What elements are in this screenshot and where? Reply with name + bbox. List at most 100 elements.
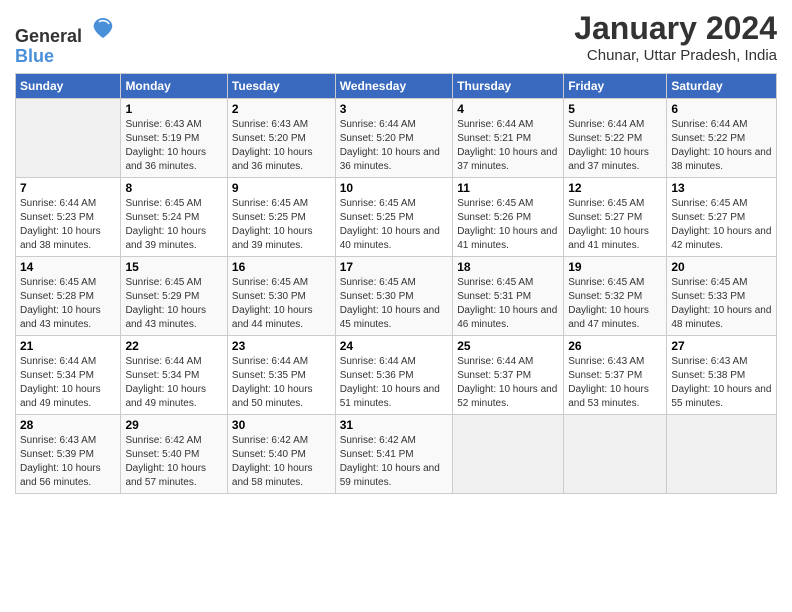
day-info: Sunrise: 6:43 AMSunset: 5:19 PMDaylight:… <box>125 118 222 174</box>
table-cell: 1 Sunrise: 6:43 AMSunset: 5:19 PMDaylight… <box>121 99 227 178</box>
day-number: 1 <box>125 102 222 116</box>
day-info: Sunrise: 6:45 AMSunset: 5:28 PMDaylight:… <box>20 276 116 332</box>
day-info: Sunrise: 6:45 AMSunset: 5:29 PMDaylight:… <box>125 276 222 332</box>
table-row: 28 Sunrise: 6:43 AMSunset: 5:39 PMDayligh… <box>16 415 777 494</box>
day-number: 30 <box>232 418 331 432</box>
day-number: 4 <box>457 102 559 116</box>
day-info: Sunrise: 6:43 AMSunset: 5:38 PMDaylight:… <box>671 355 772 411</box>
table-cell: 2 Sunrise: 6:43 AMSunset: 5:20 PMDaylight… <box>227 99 335 178</box>
table-cell: 8Sunrise: 6:45 AMSunset: 5:24 PMDaylight… <box>121 178 227 257</box>
table-cell: 9 Sunrise: 6:45 AMSunset: 5:25 PMDaylight… <box>227 178 335 257</box>
table-cell: 20 Sunrise: 6:45 AMSunset: 5:33 PMDayligh… <box>667 257 777 336</box>
day-info: Sunrise: 6:43 AMSunset: 5:37 PMDaylight:… <box>568 355 662 411</box>
table-cell: 31 Sunrise: 6:42 AMSunset: 5:41 PMDayligh… <box>335 415 453 494</box>
day-info: Sunrise: 6:44 AMSunset: 5:37 PMDaylight:… <box>457 355 559 411</box>
table-cell: 5 Sunrise: 6:44 AMSunset: 5:22 PMDaylight… <box>564 99 667 178</box>
col-wednesday: Wednesday <box>335 74 453 99</box>
table-cell: 6 Sunrise: 6:44 AMSunset: 5:22 PMDaylight… <box>667 99 777 178</box>
table-cell <box>667 415 777 494</box>
col-thursday: Thursday <box>453 74 564 99</box>
table-cell: 22 Sunrise: 6:44 AMSunset: 5:34 PMDayligh… <box>121 336 227 415</box>
day-number: 31 <box>340 418 449 432</box>
day-info: Sunrise: 6:43 AMSunset: 5:20 PMDaylight:… <box>232 118 331 174</box>
day-number: 9 <box>232 181 331 195</box>
day-info: Sunrise: 6:44 AMSunset: 5:34 PMDaylight:… <box>125 355 222 411</box>
day-number: 13 <box>671 181 772 195</box>
table-cell: 13Sunrise: 6:45 AMSunset: 5:27 PMDayligh… <box>667 178 777 257</box>
table-cell: 10 Sunrise: 6:45 AMSunset: 5:25 PMDayligh… <box>335 178 453 257</box>
month-title: January 2024 <box>574 10 777 47</box>
logo: General Blue <box>15 14 117 67</box>
day-number: 6 <box>671 102 772 116</box>
day-number: 17 <box>340 260 449 274</box>
day-number: 23 <box>232 339 331 353</box>
day-info: Sunrise: 6:44 AMSunset: 5:34 PMDaylight:… <box>20 355 116 411</box>
table-cell: 21Sunrise: 6:44 AMSunset: 5:34 PMDayligh… <box>16 336 121 415</box>
day-number: 11 <box>457 181 559 195</box>
day-info: Sunrise: 6:42 AMSunset: 5:40 PMDaylight:… <box>125 434 222 490</box>
table-cell: 25 Sunrise: 6:44 AMSunset: 5:37 PMDayligh… <box>453 336 564 415</box>
table-cell: 12Sunrise: 6:45 AMSunset: 5:27 PMDayligh… <box>564 178 667 257</box>
title-block: January 2024 Chunar, Uttar Pradesh, Indi… <box>574 10 777 64</box>
day-number: 25 <box>457 339 559 353</box>
table-cell: 3 Sunrise: 6:44 AMSunset: 5:20 PMDaylight… <box>335 99 453 178</box>
day-info: Sunrise: 6:43 AMSunset: 5:39 PMDaylight:… <box>20 434 116 490</box>
day-info: Sunrise: 6:45 AMSunset: 5:30 PMDaylight:… <box>232 276 331 332</box>
col-sunday: Sunday <box>16 74 121 99</box>
location-title: Chunar, Uttar Pradesh, India <box>574 47 777 64</box>
table-cell: 29 Sunrise: 6:42 AMSunset: 5:40 PMDayligh… <box>121 415 227 494</box>
table-row: 21Sunrise: 6:44 AMSunset: 5:34 PMDayligh… <box>16 336 777 415</box>
table-row: 14Sunrise: 6:45 AMSunset: 5:28 PMDayligh… <box>16 257 777 336</box>
table-cell <box>16 99 121 178</box>
day-number: 2 <box>232 102 331 116</box>
day-number: 8 <box>125 181 222 195</box>
table-cell: 7Sunrise: 6:44 AMSunset: 5:23 PMDaylight… <box>16 178 121 257</box>
table-cell: 4 Sunrise: 6:44 AMSunset: 5:21 PMDaylight… <box>453 99 564 178</box>
table-row: 1 Sunrise: 6:43 AMSunset: 5:19 PMDaylight… <box>16 99 777 178</box>
day-info: Sunrise: 6:45 AMSunset: 5:30 PMDaylight:… <box>340 276 449 332</box>
calendar-table: Sunday Monday Tuesday Wednesday Thursday… <box>15 73 777 494</box>
day-number: 29 <box>125 418 222 432</box>
day-number: 10 <box>340 181 449 195</box>
table-cell: 18 Sunrise: 6:45 AMSunset: 5:31 PMDayligh… <box>453 257 564 336</box>
logo-blue-text: Blue <box>15 46 54 66</box>
table-cell <box>453 415 564 494</box>
day-info: Sunrise: 6:45 AMSunset: 5:31 PMDaylight:… <box>457 276 559 332</box>
logo-general-text: General <box>15 26 82 46</box>
col-tuesday: Tuesday <box>227 74 335 99</box>
day-info: Sunrise: 6:44 AMSunset: 5:20 PMDaylight:… <box>340 118 449 174</box>
day-info: Sunrise: 6:42 AMSunset: 5:41 PMDaylight:… <box>340 434 449 490</box>
day-number: 26 <box>568 339 662 353</box>
table-cell: 17 Sunrise: 6:45 AMSunset: 5:30 PMDayligh… <box>335 257 453 336</box>
day-info: Sunrise: 6:45 AMSunset: 5:26 PMDaylight:… <box>457 197 559 253</box>
table-cell: 11 Sunrise: 6:45 AMSunset: 5:26 PMDayligh… <box>453 178 564 257</box>
day-info: Sunrise: 6:44 AMSunset: 5:35 PMDaylight:… <box>232 355 331 411</box>
table-cell: 27Sunrise: 6:43 AMSunset: 5:38 PMDayligh… <box>667 336 777 415</box>
day-info: Sunrise: 6:45 AMSunset: 5:27 PMDaylight:… <box>568 197 662 253</box>
day-number: 18 <box>457 260 559 274</box>
day-number: 7 <box>20 181 116 195</box>
table-row: 7Sunrise: 6:44 AMSunset: 5:23 PMDaylight… <box>16 178 777 257</box>
table-cell <box>564 415 667 494</box>
day-number: 28 <box>20 418 116 432</box>
col-saturday: Saturday <box>667 74 777 99</box>
table-cell: 16 Sunrise: 6:45 AMSunset: 5:30 PMDayligh… <box>227 257 335 336</box>
day-info: Sunrise: 6:44 AMSunset: 5:36 PMDaylight:… <box>340 355 449 411</box>
day-info: Sunrise: 6:45 AMSunset: 5:25 PMDaylight:… <box>340 197 449 253</box>
logo-icon <box>89 14 117 42</box>
table-cell: 15Sunrise: 6:45 AMSunset: 5:29 PMDayligh… <box>121 257 227 336</box>
day-number: 22 <box>125 339 222 353</box>
day-info: Sunrise: 6:44 AMSunset: 5:22 PMDaylight:… <box>568 118 662 174</box>
table-cell: 26 Sunrise: 6:43 AMSunset: 5:37 PMDayligh… <box>564 336 667 415</box>
day-info: Sunrise: 6:44 AMSunset: 5:22 PMDaylight:… <box>671 118 772 174</box>
col-friday: Friday <box>564 74 667 99</box>
day-number: 5 <box>568 102 662 116</box>
day-info: Sunrise: 6:45 AMSunset: 5:33 PMDaylight:… <box>671 276 772 332</box>
table-cell: 30Sunrise: 6:42 AMSunset: 5:40 PMDayligh… <box>227 415 335 494</box>
day-info: Sunrise: 6:45 AMSunset: 5:25 PMDaylight:… <box>232 197 331 253</box>
day-number: 3 <box>340 102 449 116</box>
day-number: 16 <box>232 260 331 274</box>
table-cell: 28 Sunrise: 6:43 AMSunset: 5:39 PMDayligh… <box>16 415 121 494</box>
day-number: 20 <box>671 260 772 274</box>
day-info: Sunrise: 6:44 AMSunset: 5:21 PMDaylight:… <box>457 118 559 174</box>
